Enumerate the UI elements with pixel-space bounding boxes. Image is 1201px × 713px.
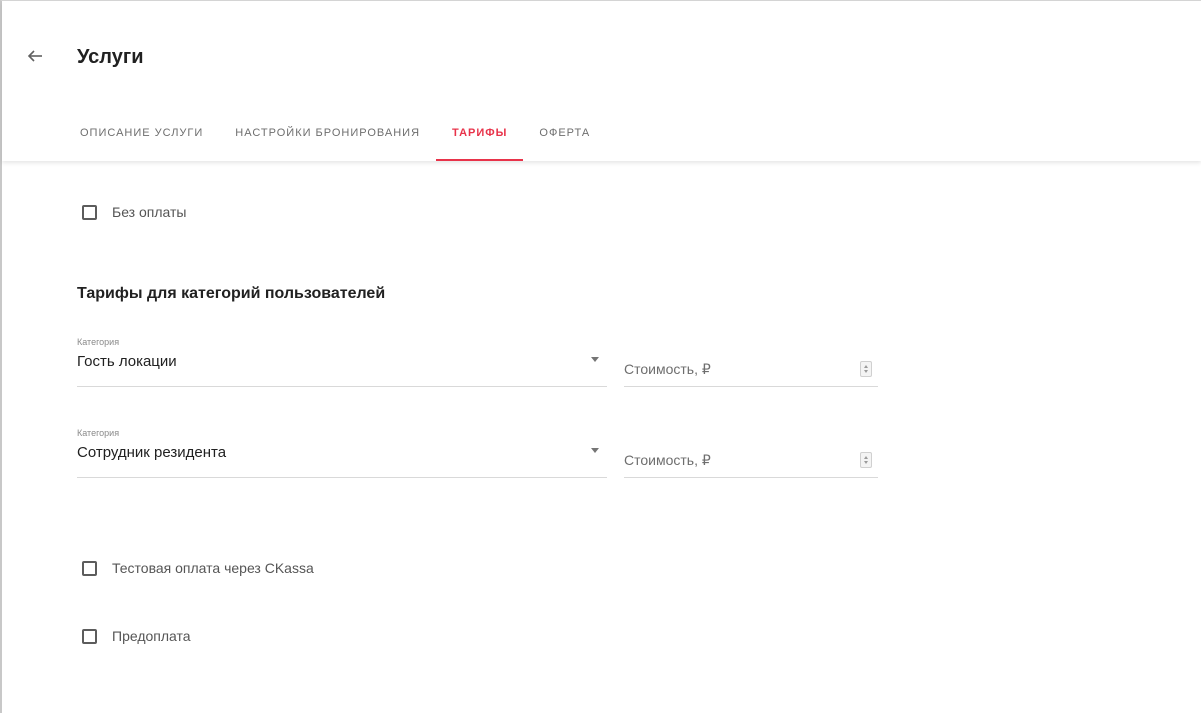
test-payment-checkbox-row[interactable]: Тестовая оплата через CKassa	[82, 560, 314, 576]
test-payment-label: Тестовая оплата через CKassa	[112, 560, 314, 576]
tab-offer[interactable]: Оферта	[523, 111, 606, 161]
tab-service-description[interactable]: Описание услуги	[64, 111, 219, 161]
test-payment-checkbox[interactable]	[82, 560, 97, 576]
category-value: Гость локации	[77, 353, 177, 370]
category-select-2[interactable]: Категория Сотрудник резидента	[77, 428, 607, 478]
cost-input-2[interactable]: Стоимость, ₽	[624, 444, 878, 478]
category-value: Сотрудник резидента	[77, 444, 227, 461]
dropdown-arrow-icon	[591, 448, 599, 453]
category-label: Категория	[77, 337, 120, 347]
tab-booking-settings[interactable]: Настройки бронирования	[219, 111, 436, 161]
tab-bar: Описание услуги Настройки бронирования Т…	[64, 111, 606, 161]
prepayment-label: Предоплата	[112, 628, 191, 644]
arrow-left-icon	[24, 45, 46, 67]
cost-placeholder: Стоимость, ₽	[624, 452, 711, 468]
cost-placeholder: Стоимость, ₽	[624, 361, 711, 377]
page-header: Услуги Описание услуги Настройки брониро…	[2, 1, 1201, 161]
prepayment-checkbox[interactable]	[82, 628, 97, 644]
tab-tariffs[interactable]: Тарифы	[436, 111, 524, 161]
category-select-1[interactable]: Категория Гость локации	[77, 337, 607, 387]
category-label: Категория	[77, 428, 120, 438]
number-spinner-icon[interactable]	[860, 361, 872, 377]
no-payment-label: Без оплаты	[112, 204, 187, 220]
number-spinner-icon[interactable]	[860, 452, 872, 468]
dropdown-arrow-icon	[591, 357, 599, 362]
no-payment-checkbox[interactable]	[82, 204, 97, 220]
back-button[interactable]	[24, 45, 46, 67]
page-frame: Услуги Описание услуги Настройки брониро…	[0, 0, 1201, 713]
section-title: Тарифы для категорий пользователей	[77, 285, 386, 302]
no-payment-checkbox-row[interactable]: Без оплаты	[82, 204, 186, 220]
cost-input-1[interactable]: Стоимость, ₽	[624, 353, 878, 387]
prepayment-checkbox-row[interactable]: Предоплата	[82, 628, 191, 644]
page-title: Услуги	[77, 46, 144, 68]
